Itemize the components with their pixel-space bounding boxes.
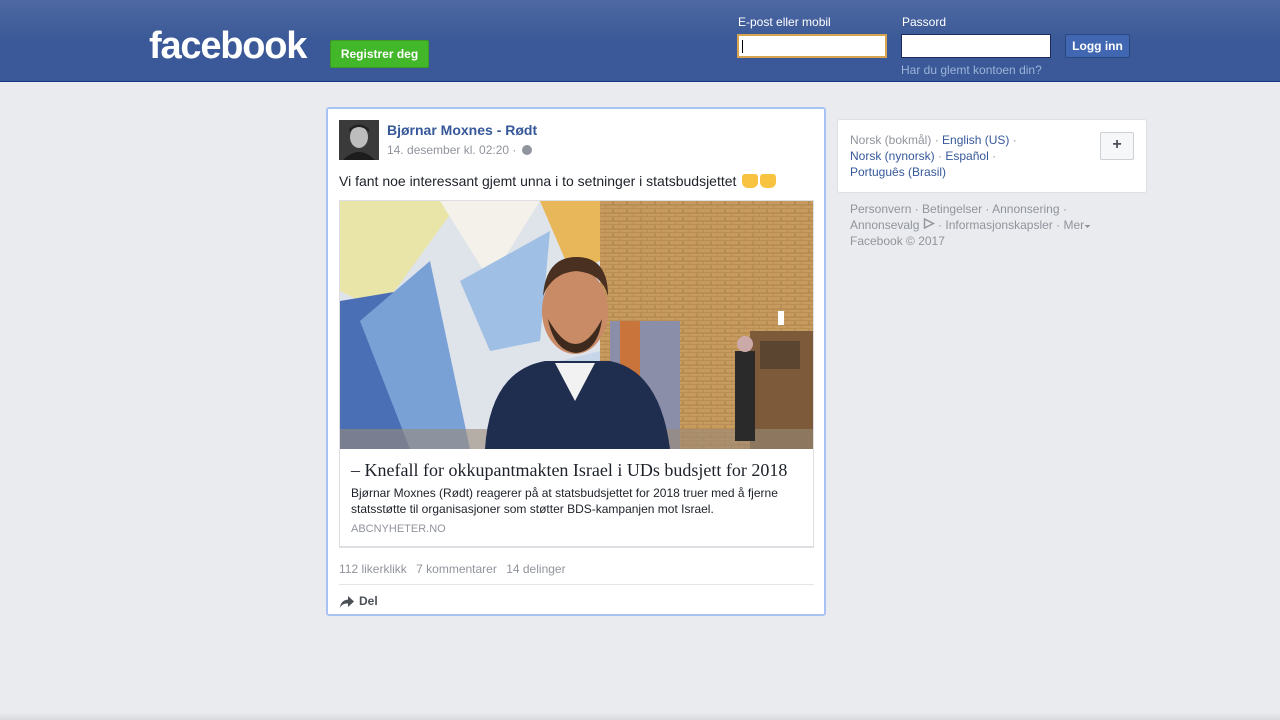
page-footer: Personvern · Betingelser · Annonsering ·… xyxy=(850,201,1150,249)
password-label: Passord xyxy=(902,15,947,29)
bottom-shade xyxy=(0,712,1280,720)
separator: · xyxy=(934,133,939,147)
author-name[interactable]: Bjørnar Moxnes - Rødt xyxy=(387,122,537,138)
separator: · xyxy=(1012,133,1017,147)
share-button[interactable]: Del xyxy=(339,594,378,609)
adchoices-label: Annonsevalg xyxy=(850,218,920,232)
language-nynorsk[interactable]: Norsk (nynorsk) xyxy=(850,149,935,163)
comments-count[interactable]: 7 kommentarer xyxy=(416,562,497,576)
more-languages-button[interactable]: + xyxy=(1100,132,1134,160)
forgot-account-link[interactable]: Har du glemt kontoen din? xyxy=(901,63,1042,77)
thumbs-down-emoji-icon xyxy=(760,174,777,188)
email-field[interactable] xyxy=(737,34,887,58)
language-portugues[interactable]: Português (Brasil) xyxy=(850,165,946,179)
password-field[interactable] xyxy=(901,34,1051,58)
article-photo xyxy=(340,201,813,449)
divider xyxy=(339,584,814,585)
language-selector: Norsk (bokmål) · English (US) · Norsk (n… xyxy=(837,119,1147,193)
text-caret xyxy=(742,40,743,53)
globe-icon xyxy=(521,145,532,155)
adchoices-icon xyxy=(923,217,935,230)
post-card: Bjørnar Moxnes - Rødt 14. desember kl. 0… xyxy=(326,107,826,616)
footer-privacy-link[interactable]: Personvern xyxy=(850,202,911,216)
link-preview[interactable]: – Knefall for okkupantmakten Israel i UD… xyxy=(339,200,814,548)
footer-adchoices-link[interactable]: Annonsevalg xyxy=(850,217,935,232)
language-row-3: Português (Brasil) xyxy=(850,164,1134,180)
thumbs-down-emoji-icon xyxy=(742,174,759,188)
language-row-2: Norsk (nynorsk) · Español · xyxy=(850,148,1134,164)
footer-cookies-link[interactable]: Informasjonskapsler xyxy=(945,218,1052,232)
shares-count[interactable]: 14 delinger xyxy=(506,562,565,576)
footer-more-link[interactable]: Mer xyxy=(1063,218,1091,232)
email-label: E-post eller mobil xyxy=(738,15,831,29)
post-meta: 14. desember kl. 02:20 · xyxy=(387,143,532,157)
post-text-content: Vi fant noe interessant gjemt unna i to … xyxy=(339,173,737,189)
post-text: Vi fant noe interessant gjemt unna i to … xyxy=(339,173,777,189)
separator: · xyxy=(938,149,943,163)
signup-button[interactable]: Registrer deg xyxy=(330,40,429,68)
language-espanol[interactable]: Español xyxy=(945,149,988,163)
avatar-image xyxy=(339,120,379,160)
post-timestamp[interactable]: 14. desember kl. 02:20 xyxy=(387,143,509,157)
chevron-down-icon xyxy=(1084,225,1091,228)
link-preview-image xyxy=(340,201,813,449)
link-description: Bjørnar Moxnes (Rødt) reagerer på at sta… xyxy=(351,486,778,516)
current-language: Norsk (bokmål) xyxy=(850,133,932,147)
footer-copyright: Facebook © 2017 xyxy=(850,234,945,248)
login-button[interactable]: Logg inn xyxy=(1065,34,1130,58)
language-english[interactable]: English (US) xyxy=(942,133,1009,147)
language-row-1: Norsk (bokmål) · English (US) · xyxy=(850,132,1134,148)
post-stats: 112 likerklikk 7 kommentarer 14 delinger xyxy=(339,562,572,576)
share-arrow-icon xyxy=(340,596,354,608)
footer-row-2: Annonsevalg · Informasjonskapsler · Mer xyxy=(850,217,1150,233)
likes-count[interactable]: 112 likerklikk xyxy=(339,562,407,576)
separator: · xyxy=(992,149,997,163)
share-label: Del xyxy=(359,594,378,608)
footer-advertising-link[interactable]: Annonsering xyxy=(992,202,1059,216)
top-bar: facebook Registrer deg E-post eller mobi… xyxy=(0,0,1280,82)
link-preview-body: – Knefall for okkupantmakten Israel i UD… xyxy=(340,449,813,547)
meta-separator: · xyxy=(512,143,517,157)
more-label: Mer xyxy=(1063,218,1085,232)
footer-row-1: Personvern · Betingelser · Annonsering · xyxy=(850,202,1067,216)
link-domain: ABCNYHETER.NO xyxy=(351,523,446,535)
facebook-logo[interactable]: facebook xyxy=(149,26,307,66)
author-avatar[interactable] xyxy=(339,120,379,160)
link-title: – Knefall for okkupantmakten Israel i UD… xyxy=(351,460,788,480)
footer-terms-link[interactable]: Betingelser xyxy=(922,202,982,216)
